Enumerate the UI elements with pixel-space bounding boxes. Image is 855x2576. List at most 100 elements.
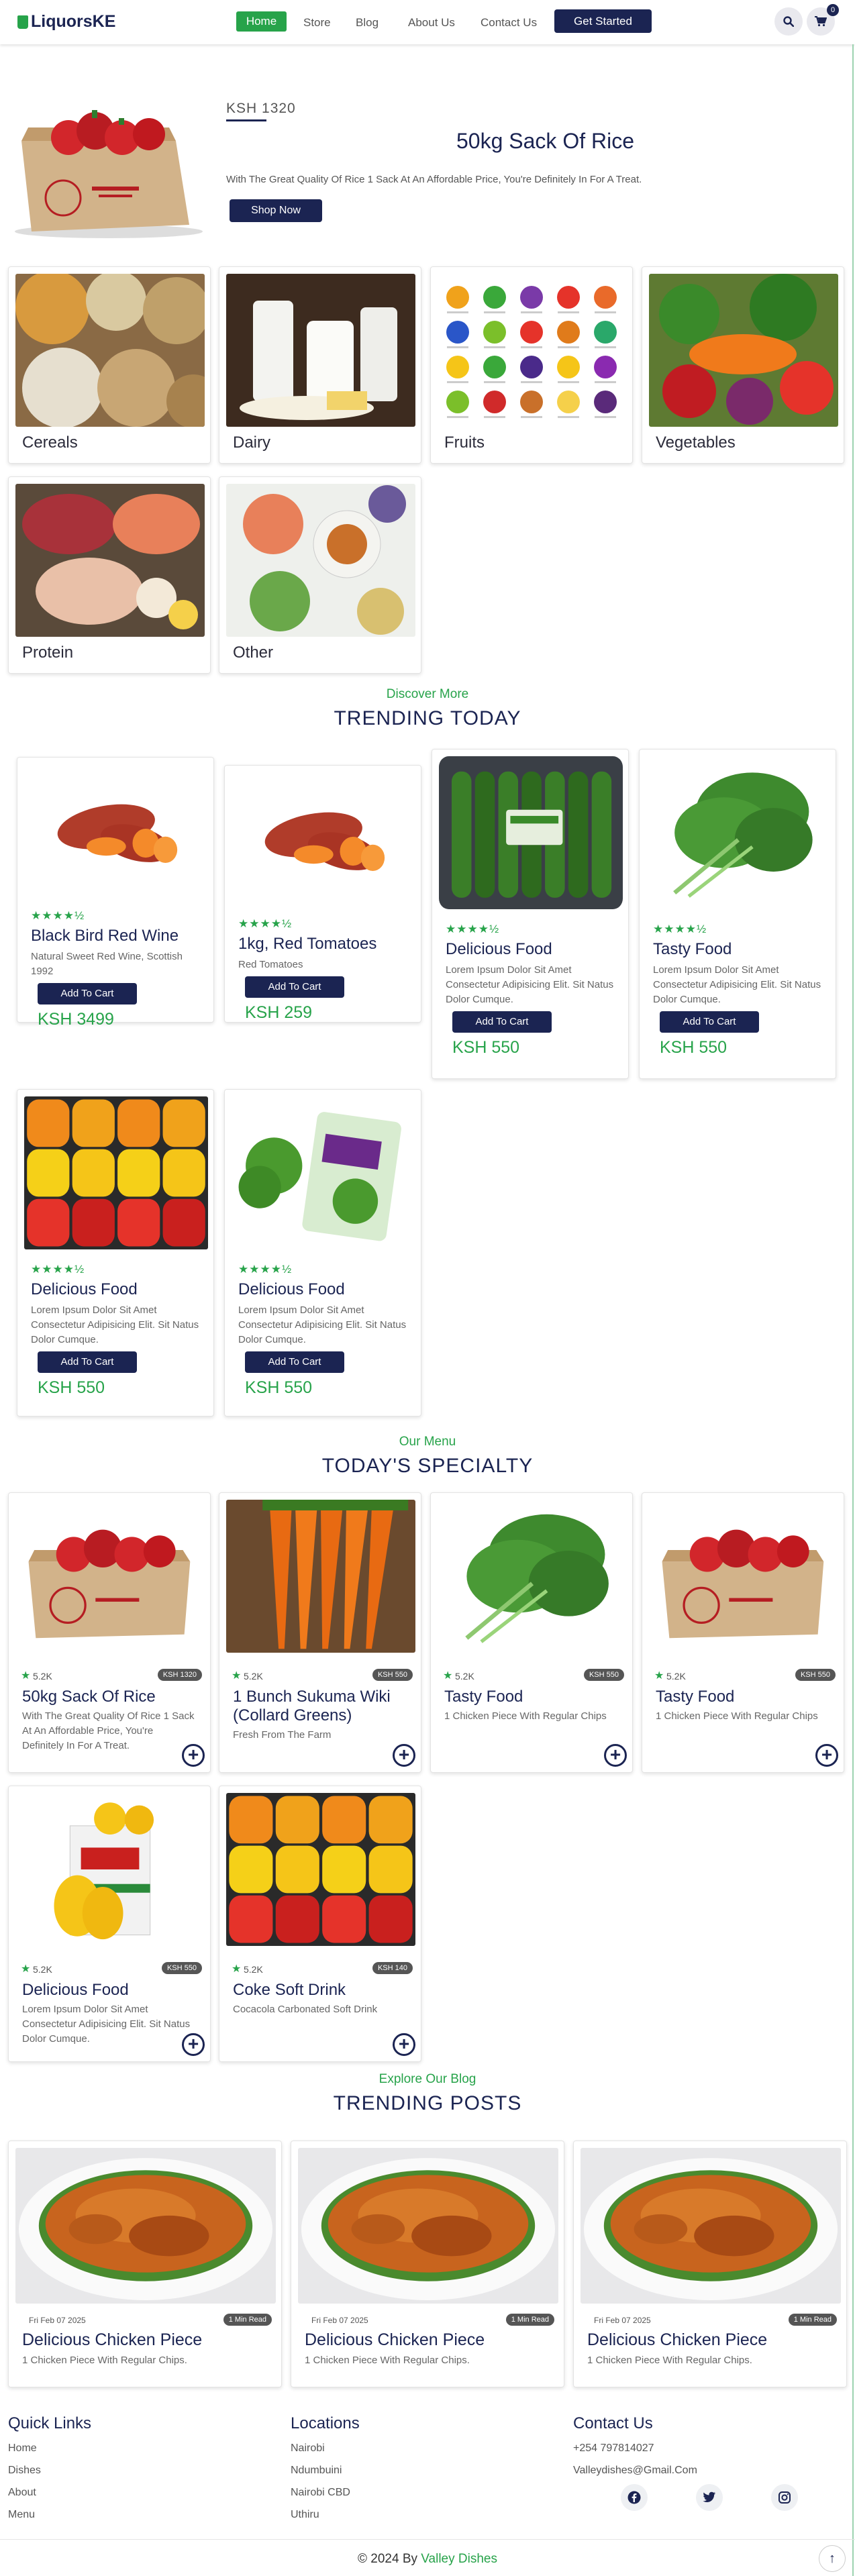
brand-name: LiquorsKE — [31, 12, 116, 31]
category-image — [649, 274, 838, 427]
category-card-cereals[interactable]: Cereals — [8, 266, 211, 464]
footer-phone[interactable]: +254 797814027 — [573, 2442, 654, 2455]
category-label: Cereals — [22, 433, 78, 452]
product-price: KSH 259 — [245, 1003, 313, 1022]
post-description: 1 Chicken Piece With Regular Chips. — [587, 2355, 752, 2366]
trending-title: TRENDING TODAY — [334, 707, 521, 729]
trending-subtitle[interactable]: Discover More — [0, 687, 855, 702]
specialty-card[interactable]: ★ 5.2K KSH 550 1 Bunch Sukuma Wiki (Collard… — [219, 1492, 421, 1773]
plus-icon: + — [821, 1744, 833, 1765]
trending-card[interactable]: ★★★★½ Tasty Food Lorem Ipsum Dolor Sit Ame… — [639, 749, 836, 1079]
specialty-card[interactable]: ★ 5.2K KSH 550 Tasty Food 1 Chicken Piece Wi… — [642, 1492, 844, 1773]
footer-location-nairobi: Nairobi — [291, 2442, 325, 2454]
twitter-button[interactable] — [696, 2484, 723, 2511]
specialty-card[interactable]: ★ 5.2K KSH 140 Coke Soft Drink Cocacola Carb… — [219, 1786, 421, 2062]
star-icon: ★ — [232, 1670, 242, 1682]
add-item-button[interactable]: + — [815, 1744, 838, 1767]
add-to-cart-button[interactable]: Add To Cart — [245, 1351, 344, 1373]
blog-post-card[interactable]: Fri Feb 07 2025 1 Min Read Delicious Chick… — [573, 2141, 847, 2387]
instagram-icon — [778, 2491, 791, 2504]
category-label: Protein — [22, 643, 74, 662]
category-label: Dairy — [233, 433, 271, 452]
read-time-pill: 1 Min Read — [505, 2314, 554, 2326]
specialty-subtitle[interactable]: Our Menu — [0, 1435, 855, 1449]
brand-logo[interactable]: LiquorsKE — [17, 12, 115, 32]
specialty-card[interactable]: ★ 5.2K KSH 550 Delicious Food Lorem Ipsum Do… — [8, 1786, 211, 2062]
add-item-button[interactable]: + — [393, 2033, 415, 2056]
cart-icon — [815, 16, 827, 27]
category-image — [15, 484, 205, 637]
nav-home[interactable]: Home — [236, 11, 287, 32]
shop-now-button[interactable]: Shop Now — [230, 199, 322, 222]
nav-store[interactable]: Store — [303, 13, 331, 32]
trending-card[interactable]: ★★★★½ Delicious Food Lorem Ipsum Dolor Sit… — [432, 749, 629, 1079]
rating-stars-icon: ★★★★½ — [31, 909, 85, 922]
instagram-button[interactable] — [771, 2484, 798, 2511]
category-card-protein[interactable]: Protein — [8, 476, 211, 674]
search-icon — [783, 16, 794, 27]
trending-card[interactable]: ★★★★½ 1kg, Red Tomatoes Red Tomatoes Add To… — [224, 765, 421, 1023]
product-image — [438, 1500, 627, 1653]
footer-location-ndumbuini: Ndumbuini — [291, 2465, 342, 2476]
add-to-cart-button[interactable]: Add To Cart — [38, 983, 137, 1004]
category-card-other[interactable]: Other — [219, 476, 421, 674]
star-icon: ★ — [21, 1670, 31, 1682]
footer-link-about[interactable]: About — [8, 2487, 36, 2499]
star-icon: ★ — [443, 1670, 453, 1682]
product-price: KSH 550 — [38, 1378, 105, 1397]
specialty-card[interactable]: ★ 5.2K KSH 1320 50kg Sack Of Rice With The G… — [8, 1492, 211, 1773]
nav-contact[interactable]: Contact Us — [481, 13, 537, 32]
get-started-button[interactable]: Get Started — [554, 9, 652, 33]
price-pill: KSH 550 — [583, 1669, 624, 1681]
add-item-button[interactable]: + — [182, 1744, 205, 1767]
specialty-card[interactable]: ★ 5.2K KSH 550 Tasty Food 1 Chicken Piece Wi… — [430, 1492, 633, 1773]
trending-card[interactable]: ★★★★½ Delicious Food Lorem Ipsum Dolor Sit… — [17, 1089, 214, 1416]
shopping-bag-icon — [17, 15, 28, 29]
posts-subtitle[interactable]: Explore Our Blog — [0, 2072, 855, 2087]
cart-count-badge: 0 — [827, 4, 839, 16]
star-icon: ★ — [21, 1963, 31, 1975]
add-item-button[interactable]: + — [393, 1744, 415, 1767]
add-to-cart-button[interactable]: Add To Cart — [660, 1011, 759, 1033]
add-item-button[interactable]: + — [604, 1744, 627, 1767]
rating-stars-icon: ★★★★½ — [238, 1263, 293, 1276]
trending-card[interactable]: ★★★★½ Delicious Food Lorem Ipsum Dolor Sit… — [224, 1089, 421, 1416]
rating-stars-icon: ★★★★½ — [446, 923, 500, 935]
product-price: KSH 550 — [245, 1378, 313, 1397]
nav-about[interactable]: About Us — [408, 13, 455, 32]
nav-blog[interactable]: Blog — [356, 13, 379, 32]
blog-post-card[interactable]: Fri Feb 07 2025 1 Min Read Delicious Chick… — [8, 2141, 282, 2387]
post-description: 1 Chicken Piece With Regular Chips. — [22, 2355, 187, 2366]
scroll-to-top-button[interactable]: ↑ — [819, 2545, 846, 2572]
add-to-cart-button[interactable]: Add To Cart — [38, 1351, 137, 1373]
product-description: Lorem Ipsum Dolor Sit Amet Consectetur A… — [653, 964, 821, 1005]
arrow-up-icon: ↑ — [829, 2551, 836, 2566]
post-date: Fri Feb 07 2025 — [594, 2316, 651, 2325]
plus-icon: + — [398, 2033, 410, 2054]
add-to-cart-button[interactable]: Add To Cart — [245, 976, 344, 998]
product-name: 50kg Sack Of Rice — [22, 1688, 156, 1706]
footer-link-dishes[interactable]: Dishes — [8, 2465, 41, 2477]
search-button[interactable] — [774, 7, 803, 36]
add-to-cart-button[interactable]: Add To Cart — [452, 1011, 552, 1033]
add-item-button[interactable]: + — [182, 2033, 205, 2056]
copyright-brand[interactable]: Valley Dishes — [421, 2552, 497, 2566]
post-title: Delicious Chicken Piece — [305, 2330, 485, 2349]
trending-card[interactable]: ★★★★½ Black Bird Red Wine Natural Sweet Re… — [17, 757, 214, 1029]
product-image — [439, 756, 623, 909]
facebook-button[interactable] — [621, 2484, 648, 2511]
category-image — [226, 484, 415, 637]
product-description: Lorem Ipsum Dolor Sit Amet Consectetur A… — [22, 2004, 191, 2045]
footer-link-menu[interactable]: Menu — [8, 2509, 35, 2521]
blog-post-card[interactable]: Fri Feb 07 2025 1 Min Read Delicious Chick… — [291, 2141, 564, 2387]
category-label: Fruits — [444, 433, 485, 452]
product-description: Lorem Ipsum Dolor Sit Amet Consectetur A… — [238, 1304, 407, 1345]
category-card-fruits[interactable]: Fruits — [430, 266, 633, 464]
category-card-dairy[interactable]: Dairy — [219, 266, 421, 464]
post-title: Delicious Chicken Piece — [587, 2330, 768, 2349]
footer-link-home[interactable]: Home — [8, 2442, 37, 2455]
category-image — [226, 274, 415, 427]
product-image — [226, 1500, 415, 1653]
footer-email[interactable]: Valleydishes@Gmail.Com — [573, 2465, 697, 2477]
category-card-vegetables[interactable]: Vegetables — [642, 266, 844, 464]
